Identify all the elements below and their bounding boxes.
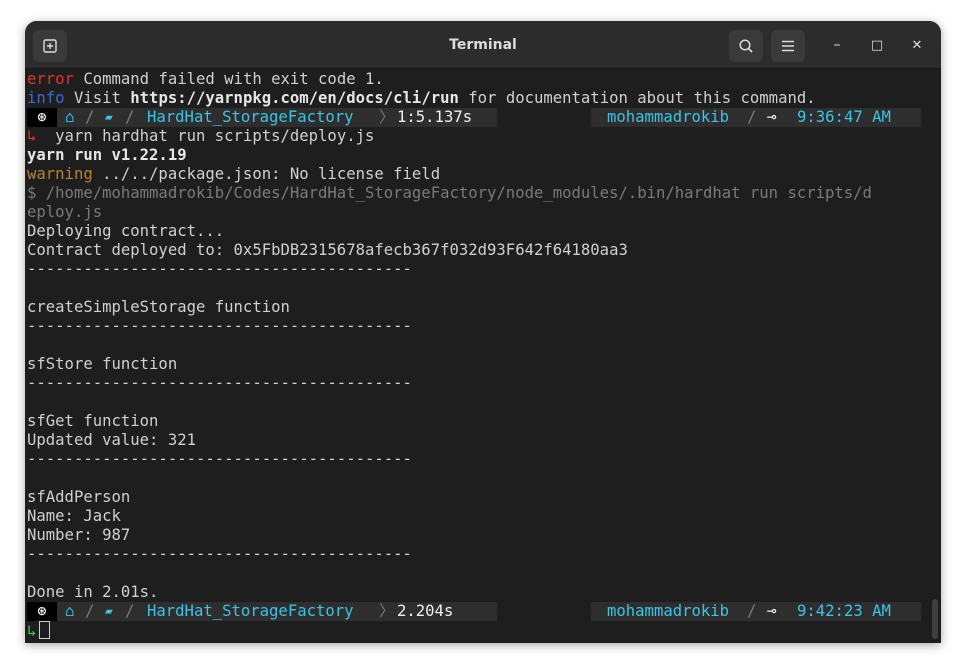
- prompt-bar: ⊛ ⌂ / ▰ / HardHat_StorageFactory 〉 1:5.1…: [27, 108, 929, 127]
- maximize-button[interactable]: □: [865, 33, 889, 57]
- search-button[interactable]: [729, 30, 763, 62]
- prompt-duration: 1:5.137s: [397, 108, 473, 126]
- output-line: Done in 2.01s.: [27, 583, 159, 601]
- separator-line: ----------------------------------------…: [27, 317, 412, 335]
- minimize-button[interactable]: –: [825, 33, 849, 57]
- prompt-sep: /: [85, 108, 95, 126]
- info-tag: info: [27, 89, 65, 107]
- new-tab-icon: [43, 39, 57, 53]
- separator-line: ----------------------------------------…: [27, 450, 412, 468]
- separator-line: ----------------------------------------…: [27, 260, 412, 278]
- output-line: Deploying contract...: [27, 222, 225, 240]
- folder-icon: ▰: [105, 604, 113, 619]
- folder-icon: ▰: [105, 110, 113, 125]
- prompt-user: mohammadrokib: [607, 602, 730, 620]
- output-line: Updated value: 321: [27, 431, 196, 449]
- close-icon: ✕: [911, 37, 923, 53]
- prompt-sep: /: [125, 602, 135, 620]
- os-icon: ⊛: [27, 602, 57, 621]
- clock-icon: ⊸: [767, 602, 777, 620]
- command-text: yarn hardhat run scripts/deploy.js: [36, 127, 375, 145]
- scrollbar[interactable]: [932, 599, 938, 639]
- output-line: $ /home/mohammadrokib/Codes/HardHat_Stor…: [27, 184, 872, 202]
- prompt-sep: /: [85, 602, 95, 620]
- home-icon: ⌂: [65, 602, 75, 620]
- prompt-sep: /: [747, 602, 757, 620]
- output-line: Name: Jack: [27, 507, 121, 525]
- new-tab-button[interactable]: [33, 30, 67, 62]
- output-line: info Visit https://yarnpkg.com/en/docs/c…: [27, 89, 929, 108]
- output-line: warning ../../package.json: No license f…: [27, 165, 929, 184]
- prompt-sep: /: [747, 108, 757, 126]
- minimize-icon: –: [833, 37, 841, 53]
- output-line: eploy.js: [27, 203, 103, 221]
- output-text: for documentation about this command.: [458, 89, 816, 107]
- prompt-directory: HardHat_StorageFactory: [147, 602, 354, 620]
- terminal-window: Terminal – □ ✕ error Command failed with…: [25, 21, 941, 643]
- output-line: Number: 987: [27, 526, 131, 544]
- output-line: sfStore function: [27, 355, 178, 373]
- docs-url[interactable]: https://yarnpkg.com/en/docs/cli/run: [130, 89, 459, 107]
- separator-line: ----------------------------------------…: [27, 545, 412, 563]
- titlebar: Terminal – □ ✕: [25, 21, 941, 69]
- output-text: Visit: [64, 89, 131, 107]
- maximize-icon: □: [870, 37, 884, 53]
- warning-tag: warning: [27, 165, 93, 183]
- os-icon: ⊛: [27, 108, 57, 127]
- error-tag: error: [27, 70, 74, 88]
- close-button[interactable]: ✕: [905, 33, 929, 57]
- prompt-sep: 〉: [379, 108, 395, 126]
- prompt-directory: HardHat_StorageFactory: [147, 108, 354, 126]
- prompt-bar: ⊛ ⌂ / ▰ / HardHat_StorageFactory 〉 2.204…: [27, 602, 929, 621]
- command-line: ↳ yarn hardhat run scripts/deploy.js: [27, 127, 929, 146]
- output-line: yarn run v1.22.19: [27, 146, 187, 164]
- prompt-arrow-icon: ↳: [27, 127, 37, 145]
- prompt-sep: 〉: [379, 602, 395, 620]
- separator-line: ----------------------------------------…: [27, 374, 412, 392]
- prompt-time: 9:36:47 AM: [797, 108, 891, 126]
- output-line: error Command failed with exit code 1.: [27, 70, 929, 89]
- output-line: sfAddPerson: [27, 488, 131, 506]
- output-line: sfGet function: [27, 412, 159, 430]
- home-icon: ⌂: [65, 108, 75, 126]
- clock-icon: ⊸: [767, 108, 777, 126]
- hamburger-menu-icon: [782, 40, 794, 52]
- input-line[interactable]: ↳: [27, 621, 929, 640]
- prompt-time: 9:42:23 AM: [797, 602, 891, 620]
- output-text: ../../package.json: No license field: [92, 165, 441, 183]
- output-line: createSimpleStorage function: [27, 298, 290, 316]
- text-cursor: [39, 621, 51, 639]
- prompt-sep: /: [125, 108, 135, 126]
- output-text: Command failed with exit code 1.: [73, 70, 384, 88]
- prompt-user: mohammadrokib: [607, 108, 730, 126]
- output-line: Contract deployed to: 0x5FbDB2315678afec…: [27, 241, 628, 259]
- terminal-output[interactable]: error Command failed with exit code 1. i…: [27, 70, 929, 643]
- menu-button[interactable]: [771, 30, 805, 62]
- search-icon: [739, 39, 753, 53]
- prompt-duration: 2.204s: [397, 602, 454, 620]
- prompt-arrow-icon: ↳: [27, 622, 37, 640]
